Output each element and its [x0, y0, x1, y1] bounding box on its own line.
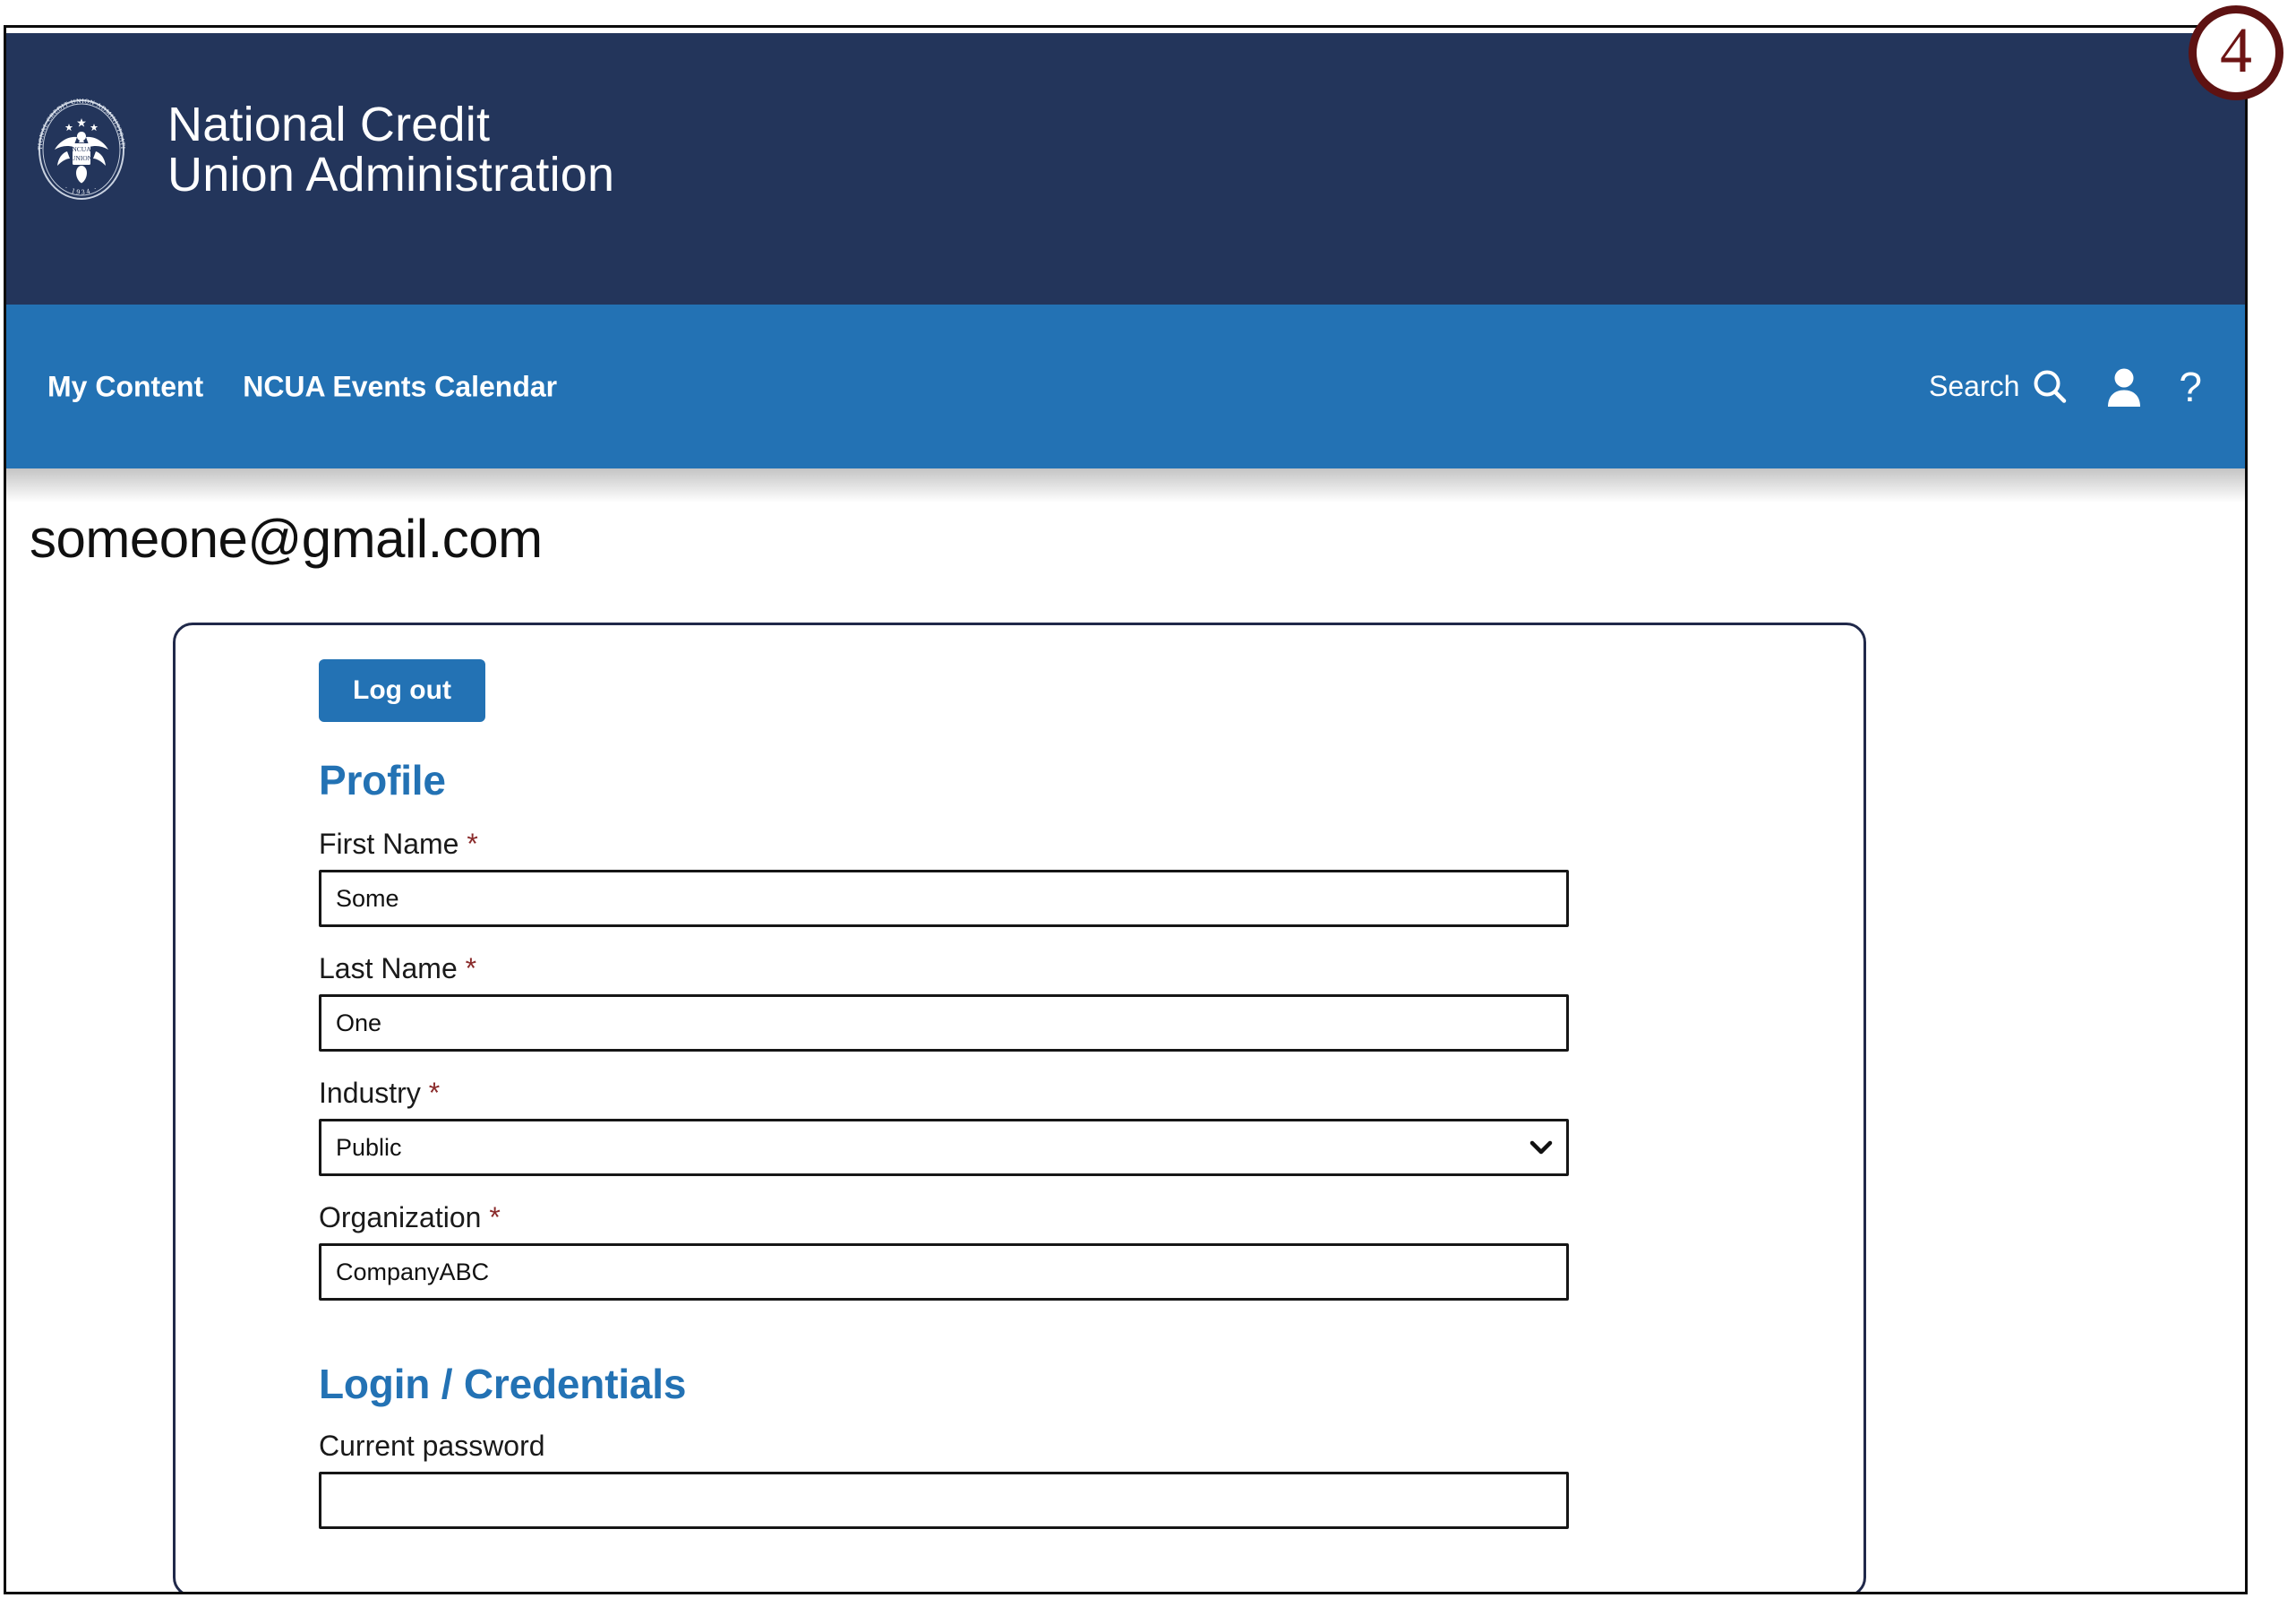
- industry-select[interactable]: Public: [319, 1119, 1569, 1176]
- required-marker: *: [489, 1201, 501, 1233]
- current-password-input[interactable]: [319, 1472, 1569, 1529]
- search-button[interactable]: Search: [1929, 367, 2069, 407]
- field-industry: Industry * Public: [319, 1077, 1569, 1176]
- last-name-label-text: Last Name: [319, 952, 458, 984]
- step-number: 4: [2220, 14, 2252, 86]
- svg-text:NCUA: NCUA: [72, 145, 91, 153]
- credentials-section-heading: Login / Credentials: [319, 1361, 687, 1407]
- nav-link-ncua-events-calendar[interactable]: NCUA Events Calendar: [243, 370, 557, 403]
- logout-button[interactable]: Log out: [319, 659, 485, 722]
- organization-label-text: Organization: [319, 1201, 482, 1233]
- field-first-name: First Name *: [319, 828, 1569, 927]
- nav-dropshadow: [6, 468, 2245, 503]
- organization-label: Organization *: [319, 1201, 1569, 1234]
- profile-section-heading: Profile: [319, 757, 446, 803]
- last-name-label: Last Name *: [319, 952, 1569, 985]
- user-person-icon[interactable]: [2105, 366, 2143, 408]
- search-label: Search: [1929, 370, 2020, 402]
- industry-label-text: Industry: [319, 1077, 421, 1109]
- first-name-input[interactable]: [319, 870, 1569, 927]
- screenshot-root: NATIONAL CREDIT UNION ADMINISTRATION · 1…: [0, 0, 2296, 1598]
- field-current-password: Current password: [319, 1430, 1569, 1529]
- organization-input[interactable]: [319, 1243, 1569, 1301]
- step-annotation-badge: 4: [2189, 5, 2283, 100]
- utility-navigation-bar: My Content NCUA Events Calendar Search ?: [6, 305, 2245, 468]
- browser-page-frame: NATIONAL CREDIT UNION ADMINISTRATION · 1…: [4, 25, 2248, 1594]
- svg-text:NATIONAL CREDIT UNION ADMINIST: NATIONAL CREDIT UNION ADMINISTRATION: [28, 96, 126, 150]
- field-organization: Organization *: [319, 1201, 1569, 1301]
- masthead-brand[interactable]: NATIONAL CREDIT UNION ADMINISTRATION · 1…: [25, 90, 615, 203]
- primary-nav-links: My Content NCUA Events Calendar: [47, 370, 557, 403]
- agency-name: National Credit Union Administration: [167, 97, 615, 202]
- svg-text:· 1934 ·: · 1934 ·: [64, 184, 100, 196]
- svg-text:UNION: UNION: [71, 154, 93, 162]
- question-mark-icon[interactable]: ?: [2179, 366, 2202, 408]
- first-name-label-text: First Name: [319, 828, 459, 860]
- eagle-seal-icon: NATIONAL CREDIT UNION ADMINISTRATION · 1…: [25, 90, 135, 203]
- industry-select-wrapper: Public: [319, 1119, 1569, 1176]
- current-password-label-text: Current password: [319, 1430, 545, 1462]
- required-marker: *: [467, 828, 478, 860]
- required-marker: *: [465, 952, 477, 984]
- account-form: Log out Profile First Name * Last Name *: [319, 659, 1569, 1554]
- current-password-label: Current password: [319, 1430, 1569, 1463]
- nav-link-my-content[interactable]: My Content: [47, 370, 203, 403]
- industry-label: Industry *: [319, 1077, 1569, 1110]
- site-masthead: NATIONAL CREDIT UNION ADMINISTRATION · 1…: [6, 33, 2245, 305]
- search-icon[interactable]: [2030, 367, 2069, 407]
- required-marker: *: [428, 1077, 441, 1109]
- field-last-name: Last Name *: [319, 952, 1569, 1052]
- last-name-input[interactable]: [319, 994, 1569, 1052]
- page-title: someone@gmail.com: [30, 509, 543, 569]
- account-settings-card: Log out Profile First Name * Last Name *: [173, 623, 1866, 1592]
- help-label: ?: [2179, 363, 2202, 410]
- first-name-label: First Name *: [319, 828, 1569, 861]
- utility-actions: Search ?: [1929, 366, 2202, 408]
